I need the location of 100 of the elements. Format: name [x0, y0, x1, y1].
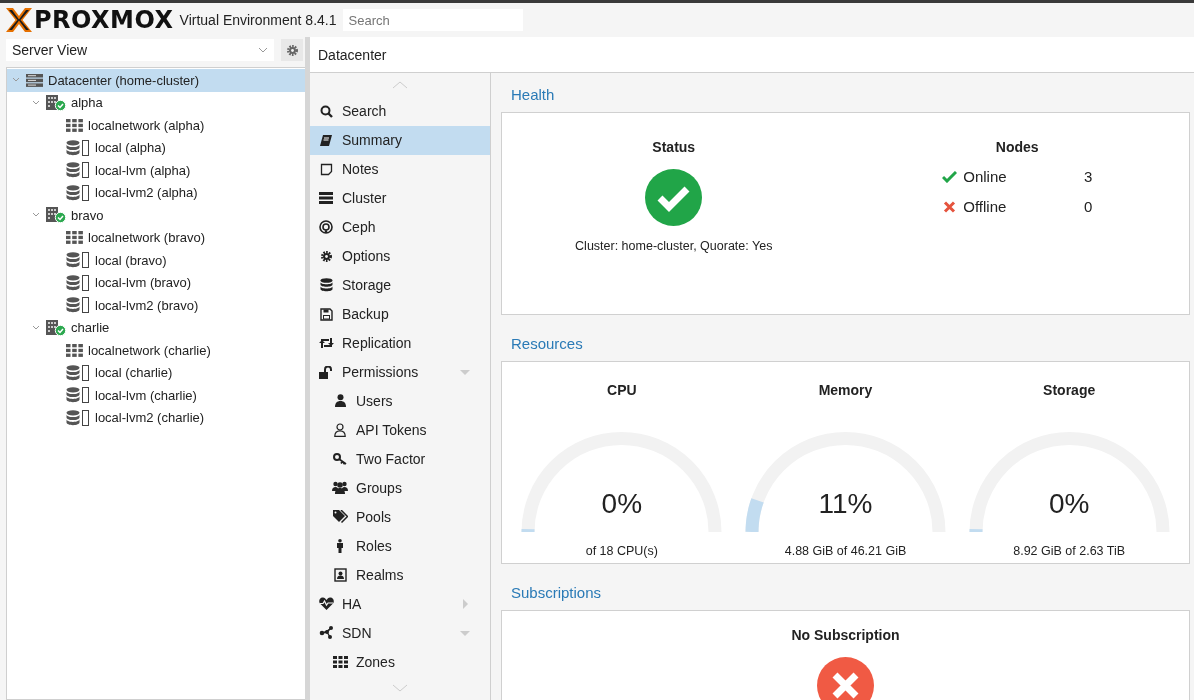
storage-icon — [66, 297, 90, 314]
tree-item[interactable]: local-lvm2 (alpha) — [7, 181, 305, 204]
tree-item[interactable]: localnetwork (alpha) — [7, 114, 305, 137]
panel-title: Subscriptions — [510, 583, 603, 603]
nav-item[interactable]: Backup — [310, 299, 490, 329]
nav-item[interactable]: Permissions — [310, 357, 490, 387]
nav-item[interactable]: Replication — [310, 328, 490, 358]
arrows-loop-icon — [318, 337, 334, 350]
tree-item[interactable]: Datacenter (home-cluster) — [7, 69, 305, 92]
cross-icon — [942, 200, 958, 213]
expand-chevron-icon[interactable] — [32, 323, 40, 332]
tree-item-label: bravo — [71, 207, 104, 223]
gear-icon — [285, 43, 299, 57]
grid-icon — [66, 343, 83, 357]
tree-item-label: Datacenter (home-cluster) — [48, 72, 199, 88]
nav-item[interactable]: Groups — [310, 473, 490, 503]
storage-icon — [66, 184, 90, 201]
nav-item[interactable]: Cluster — [310, 183, 490, 213]
nav-item[interactable]: Search — [310, 96, 490, 126]
storage-icon — [66, 387, 90, 404]
tree-item-label: local (alpha) — [95, 140, 166, 156]
storage-icon — [66, 274, 90, 291]
key-icon — [333, 452, 347, 465]
nav-item[interactable]: Users — [310, 386, 490, 416]
ceph-icon — [319, 220, 333, 235]
tree-item[interactable]: bravo — [7, 204, 305, 227]
tree-item-label: local (charlie) — [95, 365, 173, 381]
tree-item[interactable]: alpha — [7, 91, 305, 114]
tree-item[interactable]: local-lvm2 (charlie) — [7, 406, 305, 429]
status-title: Status — [652, 139, 696, 155]
nav-item[interactable]: Ceph — [310, 212, 490, 242]
server-rack-icon — [26, 73, 43, 87]
gauge-detail: 4.88 GiB of 46.21 GiB — [784, 544, 907, 558]
node-count: 3 — [1083, 168, 1093, 185]
gauge-title: CPU — [607, 382, 637, 398]
storage-icon — [66, 364, 90, 381]
subscription-status-title: No Subscription — [791, 627, 900, 643]
tree-item[interactable]: local-lvm (alpha) — [7, 159, 305, 182]
nav-item[interactable]: Storage — [310, 270, 490, 300]
gauge-value: 0% — [600, 488, 644, 520]
online-check-icon — [54, 324, 66, 336]
search-icon — [319, 104, 333, 118]
nav-item[interactable]: Roles — [310, 531, 490, 561]
tree-item[interactable]: local-lvm (bravo) — [7, 271, 305, 294]
tree-item-label: local-lvm (alpha) — [95, 162, 191, 178]
tree-item-label: localnetwork (bravo) — [88, 230, 206, 246]
server-stack-icon — [319, 192, 333, 205]
user-icon — [334, 394, 346, 408]
gauge-title: Memory — [818, 382, 873, 398]
check-icon — [942, 170, 958, 183]
standing-person-icon — [336, 538, 344, 553]
expand-chevron-icon[interactable] — [32, 98, 40, 107]
settings-button[interactable] — [281, 39, 303, 61]
nav-item[interactable]: Options — [310, 241, 490, 271]
nav-item[interactable]: Two Factor — [310, 444, 490, 474]
tree-item-label: local (bravo) — [95, 252, 167, 268]
nav-item[interactable]: Zones — [310, 647, 490, 676]
grid-icon — [66, 118, 83, 132]
tree-item[interactable]: local-lvm (charlie) — [7, 384, 305, 407]
search-field[interactable]: Search — [342, 9, 523, 31]
tree-item-label: local-lvm2 (alpha) — [95, 185, 198, 201]
product-version: Virtual Environment 8.4.1 — [179, 12, 337, 28]
tree-item[interactable]: local-lvm2 (bravo) — [7, 294, 305, 317]
node-count: 0 — [1083, 198, 1093, 215]
panel-title: Health — [510, 85, 556, 105]
nav-item[interactable]: Summary — [310, 125, 490, 155]
scroll-up-icon[interactable] — [392, 80, 408, 89]
tree-item[interactable]: local (bravo) — [7, 249, 305, 272]
cluster-status-text: Cluster: home-cluster, Quorate: Yes — [575, 239, 773, 253]
tree-item[interactable]: localnetwork (charlie) — [7, 339, 305, 362]
storage-icon — [66, 139, 90, 156]
nav-item[interactable]: SDN — [310, 618, 490, 648]
tree-item[interactable]: local (charlie) — [7, 361, 305, 384]
gauge-value: 0% — [1047, 488, 1091, 520]
tree-item-label: local-lvm (bravo) — [95, 275, 192, 291]
storage-icon — [66, 252, 90, 269]
tree-item[interactable]: localnetwork (bravo) — [7, 226, 305, 249]
tree-item[interactable]: local (alpha) — [7, 136, 305, 159]
nav-item[interactable]: API Tokens — [310, 415, 490, 445]
nodes-title: Nodes — [995, 139, 1039, 155]
tree-item-label: charlie — [71, 320, 110, 336]
scroll-down-icon[interactable] — [392, 684, 408, 692]
network-nodes-icon — [318, 626, 334, 640]
nav-item[interactable]: HA — [310, 589, 490, 619]
tree-item-label: local-lvm2 (charlie) — [95, 410, 205, 426]
tree-item-label: alpha — [71, 95, 103, 111]
view-selector[interactable]: Server View — [6, 39, 274, 61]
nav-item[interactable]: Realms — [310, 560, 490, 590]
unlocked-padlock-icon — [318, 365, 334, 379]
tree-item-label: localnetwork (alpha) — [88, 117, 205, 133]
view-selector-label: Server View — [12, 42, 88, 58]
tree-item[interactable]: charlie — [7, 316, 305, 339]
database-icon — [319, 278, 333, 293]
gear-icon — [319, 249, 333, 263]
address-book-icon — [333, 567, 347, 582]
panel-title: Resources — [510, 334, 584, 354]
nav-item[interactable]: Pools — [310, 502, 490, 532]
logo-icon — [6, 8, 32, 32]
nav-item[interactable]: Notes — [310, 154, 490, 184]
node-status-label: Online — [963, 168, 1008, 185]
